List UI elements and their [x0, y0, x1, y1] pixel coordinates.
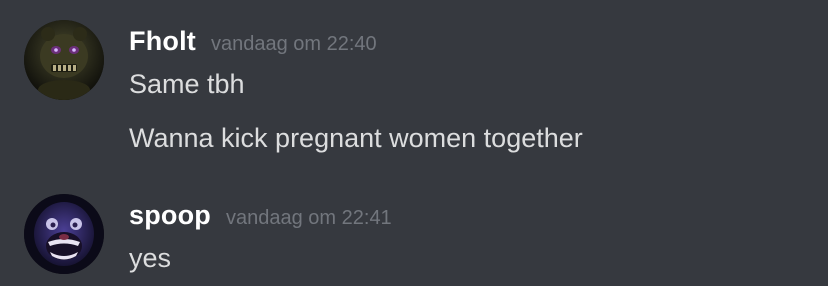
- username[interactable]: spoop: [129, 200, 211, 231]
- message-text: Wanna kick pregnant women together: [129, 123, 583, 153]
- bonnie-avatar-icon: [24, 194, 104, 274]
- message-header: spoop vandaag om 22:41: [129, 194, 818, 238]
- message-header: Fholt vandaag om 22:40: [129, 20, 818, 64]
- freddy-shadow-avatar-icon: [24, 20, 104, 100]
- username[interactable]: Fholt: [129, 26, 196, 57]
- message-text: yes: [129, 243, 172, 273]
- timestamp: vandaag om 22:40: [210, 33, 377, 55]
- message-content: Fholt vandaag om 22:40 Same tbh Wanna ki…: [129, 20, 818, 154]
- avatar[interactable]: [24, 20, 104, 100]
- timestamp: vandaag om 22:41: [226, 207, 392, 229]
- message-text: Same tbh: [129, 69, 245, 99]
- avatar[interactable]: [24, 194, 104, 274]
- message-content: spoop vandaag om 22:41 yes: [129, 194, 818, 274]
